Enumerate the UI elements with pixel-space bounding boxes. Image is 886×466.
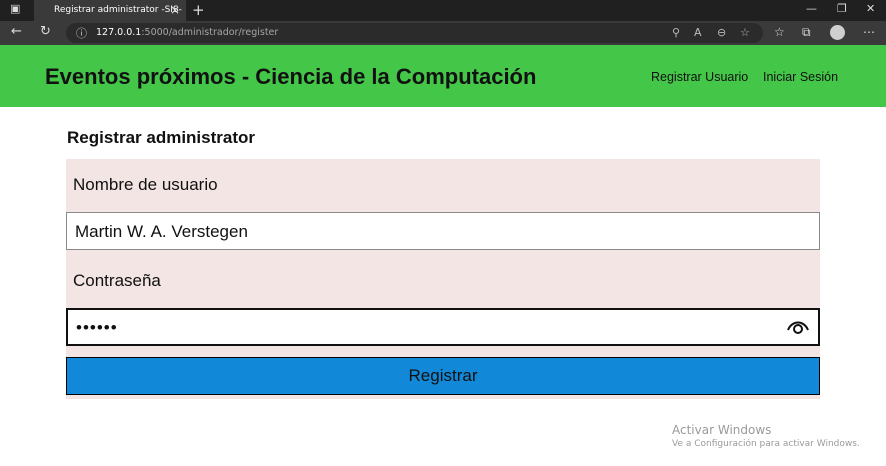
- refresh-icon[interactable]: ↻: [40, 24, 51, 39]
- close-icon[interactable]: ✕: [866, 2, 875, 15]
- url-host: 127.0.0.1: [96, 27, 142, 38]
- more-menu-icon[interactable]: ⋯: [863, 25, 875, 39]
- collections-icon[interactable]: ⧉: [802, 25, 811, 40]
- new-tab-icon[interactable]: +: [192, 0, 205, 21]
- nav-link-login[interactable]: Iniciar Sesión: [763, 70, 838, 84]
- favorite-add-icon[interactable]: ☆: [740, 26, 750, 39]
- browser-tab[interactable]: Registrar administrator -SIS-PEC ×: [34, 0, 186, 36]
- nav-link-register-user[interactable]: Registrar Usuario: [651, 70, 748, 84]
- register-button[interactable]: Registrar: [66, 357, 820, 395]
- url-text[interactable]: 127.0.0.1:5000/administrador/register: [96, 27, 278, 38]
- show-password-icon[interactable]: [787, 318, 809, 334]
- password-value: ••••••: [76, 318, 118, 337]
- url-path: :5000/administrador/register: [141, 27, 279, 38]
- tab-close-icon[interactable]: ×: [170, 0, 180, 21]
- password-input[interactable]: ••••••: [66, 308, 820, 346]
- profile-avatar[interactable]: [830, 25, 845, 40]
- password-label: Contraseña: [73, 271, 161, 290]
- username-input[interactable]: Martin W. A. Verstegen: [66, 212, 820, 250]
- browser-tab-strip: ▣ Registrar administrator -SIS-PEC × + —…: [0, 0, 886, 36]
- brand-title[interactable]: Eventos próximos - Ciencia de la Computa…: [45, 64, 536, 90]
- username-label: Nombre de usuario: [73, 175, 218, 194]
- restore-icon[interactable]: ❐: [837, 2, 847, 15]
- key-icon[interactable]: ⚲: [672, 26, 680, 39]
- tab-actions-icon[interactable]: ▣: [10, 2, 20, 15]
- zoom-icon[interactable]: ⊖: [717, 26, 726, 39]
- activation-watermark-subtitle: Ve a Configuración para activar Windows.: [672, 439, 860, 449]
- address-bar[interactable]: ⓘ 127.0.0.1:5000/administrador/register …: [66, 23, 763, 43]
- read-aloud-icon[interactable]: A: [694, 26, 702, 39]
- activation-watermark-title: Activar Windows: [672, 423, 772, 437]
- username-value: Martin W. A. Verstegen: [75, 222, 248, 241]
- site-info-icon[interactable]: ⓘ: [76, 25, 87, 41]
- minimize-icon[interactable]: —: [806, 2, 817, 15]
- back-icon[interactable]: ←: [11, 24, 22, 39]
- browser-toolbar: ← ↻ ⓘ 127.0.0.1:5000/administrador/regis…: [0, 21, 886, 45]
- page-title: Registrar administrator: [67, 128, 255, 147]
- app-navbar: Eventos próximos - Ciencia de la Computa…: [0, 45, 886, 107]
- favorites-icon[interactable]: ☆: [774, 25, 785, 39]
